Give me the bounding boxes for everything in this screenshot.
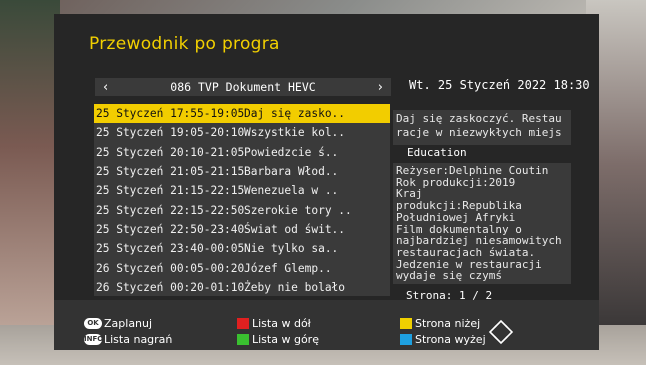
current-datetime: Wt. 25 Styczeń 2022 18:30 [409,78,590,92]
program-time: 25 Styczeń 22:15-22:50 [96,203,245,217]
page-title: Przewodnik po progra [89,34,280,54]
detail-line: wydaje się czymś [396,269,502,283]
epg-panel: Przewodnik po progra ‹ 086 TVP Dokument … [54,14,599,313]
legend-red[interactable]: Lista w dół [237,317,311,330]
legend-green-label: Lista w górę [252,333,319,346]
program-row[interactable]: 25 Styczeń 17:55-19:05 Daj się zasko.. [94,104,390,124]
blue-key-icon [400,334,412,345]
red-key-icon [237,318,249,329]
program-time: 26 Styczeń 00:05-00:20 [96,261,245,275]
program-title: Daj się zasko.. [244,107,346,121]
chevron-right-icon[interactable]: › [370,80,391,95]
info-key-icon: INFO [84,334,104,345]
program-row[interactable]: 25 Styczeń 19:05-20:10 Wszystkie kol.. [94,123,390,142]
legend-green[interactable]: Lista w górę [237,333,319,346]
legend-ok-label: Zaplanuj [104,317,153,330]
legend-red-label: Lista w dół [252,317,311,330]
ok-key-icon: OK [84,318,102,329]
program-row[interactable]: 25 Styczeń 23:40-00:05 Nie tylko sa.. [94,239,390,258]
channel-selector[interactable]: ‹ 086 TVP Dokument HEVC › [95,78,391,96]
program-title: Świat od świt.. [244,222,346,236]
legend-yellow[interactable]: Strona niżej [400,317,480,330]
program-details: Reżyser:Delphine Coutin Rok produkcji:201… [393,163,571,284]
legend-ok[interactable]: OK Zaplanuj [84,317,152,330]
program-time: 25 Styczeń 17:55-19:05 [96,107,245,121]
program-time: 25 Styczeń 23:40-00:05 [96,242,245,256]
chevron-left-icon[interactable]: ‹ [95,80,116,95]
detail-line: Południowej Afryki [396,210,516,224]
program-time: 26 Styczeń 00:20-01:10 [96,280,245,294]
program-row[interactable]: 25 Styczeń 22:50-23:40 Świat od świt.. [94,220,390,239]
description-line: racje w niezwykłych miejs [396,126,562,139]
program-row[interactable]: 25 Styczeń 21:15-22:15 Wenezuela w .. [94,181,390,200]
footer-legend: OK Zaplanuj INFO Lista nagrań Lista w dó… [54,300,599,350]
program-title: Józef Glemp.. [244,261,332,275]
program-row[interactable]: 25 Styczeń 20:10-21:05 Powiedzcie ś.. [94,143,390,162]
detail-line: restauracjach świata. [396,245,536,259]
program-description: Daj się zaskoczyć. Restau racje w niezwy… [393,110,571,145]
program-time: 25 Styczeń 21:15-22:15 [96,184,245,198]
program-title: Żeby nie bolało [244,280,346,294]
program-row[interactable]: 26 Styczeń 00:20-01:10 Żeby nie bolało [94,278,390,297]
legend-blue-label: Strona wyżej [415,333,486,346]
program-row[interactable]: 25 Styczeń 22:15-22:50 Szerokie tory .. [94,200,390,219]
legend-info-label: Lista nagrań [104,333,173,346]
program-title: Wszystkie kol.. [244,126,346,140]
program-time: 25 Styczeń 21:05-21:15 [96,165,245,179]
program-title: Powiedzcie ś.. [244,145,339,159]
program-title: Wenezuela w .. [244,184,339,198]
detail-line: Reżyser:Delphine Coutin [396,164,549,177]
program-time: 25 Styczeń 20:10-21:05 [96,145,245,159]
program-row[interactable]: 26 Styczeń 00:05-00:20 Józef Glemp.. [94,258,390,277]
program-title: Szerokie tory .. [244,203,352,217]
legend-yellow-label: Strona niżej [415,317,481,330]
green-key-icon [237,334,249,345]
program-time: 25 Styczeń 19:05-20:10 [96,126,245,140]
program-genre: Education [407,146,467,159]
channel-name: 086 TVP Dokument HEVC [170,80,316,94]
program-title: Nie tylko sa.. [244,242,339,256]
legend-info[interactable]: INFO Lista nagrań [84,333,172,346]
program-row[interactable]: 25 Styczeń 21:05-21:15 Barbara Włod.. [94,162,390,181]
yellow-key-icon [400,318,412,329]
program-title: Barbara Włod.. [244,165,339,179]
program-time: 25 Styczeń 22:50-23:40 [96,222,245,236]
description-line: Daj się zaskoczyć. Restau [396,112,562,125]
program-list: 25 Styczeń 17:55-19:05 Daj się zasko.. 25 … [94,104,390,313]
background-left [0,0,60,365]
navigation-arrows-icon [488,319,514,345]
legend-blue[interactable]: Strona wyżej [400,333,486,346]
